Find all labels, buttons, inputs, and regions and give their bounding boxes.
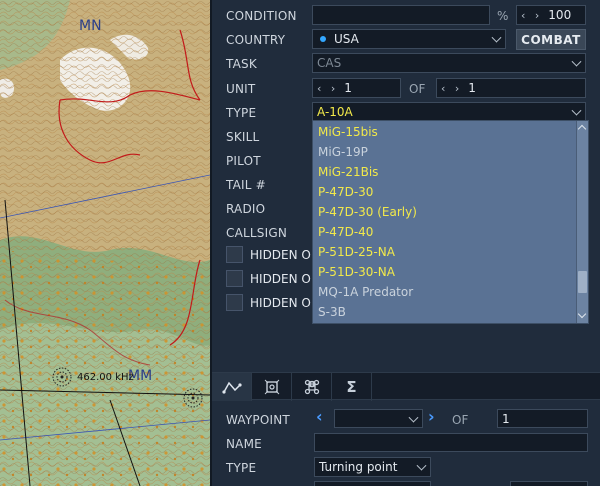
tab-targets[interactable] [252, 373, 292, 401]
hidden-checkbox-1[interactable] [226, 246, 243, 263]
type-option[interactable]: MQ-1A Predator [318, 285, 413, 299]
scroll-up-icon[interactable] [577, 124, 587, 134]
stepper-arrows-icon[interactable]: ‹ › [441, 82, 462, 95]
hidden-checkbox-2-label: HIDDEN O [250, 272, 311, 286]
country-label: COUNTRY [226, 33, 286, 47]
sigma-icon: Σ [346, 378, 357, 396]
country-value: USA [334, 32, 359, 46]
tab-summary[interactable]: Σ [332, 373, 372, 401]
type-option[interactable]: P-51D-25-NA [318, 245, 395, 259]
waypoint-next-arrow-icon[interactable]: › [428, 407, 435, 426]
tab-route[interactable] [212, 373, 252, 401]
waypoint-of-label: OF [452, 413, 469, 427]
waypoint-select[interactable] [334, 409, 423, 428]
waypoint-extra-field[interactable] [314, 481, 431, 486]
waypoint-type-value: Turning point [319, 460, 398, 474]
hidden-checkbox-1-label: HIDDEN O [250, 248, 311, 262]
scroll-down-icon[interactable] [577, 309, 587, 319]
type-label: TYPE [226, 106, 257, 120]
combat-button[interactable]: COMBAT [516, 29, 586, 50]
type-option[interactable]: S-3B [318, 305, 346, 319]
condition-input[interactable] [312, 5, 490, 25]
type-option[interactable]: MiG-21Bis [318, 165, 378, 179]
chevron-down-icon [571, 105, 582, 116]
type-value: A-10A [317, 104, 353, 119]
percent-sign: % [497, 9, 509, 23]
editor-tab-bar: Σ [212, 372, 600, 401]
chevron-down-icon [491, 32, 502, 43]
country-select[interactable]: USA [312, 29, 506, 49]
waypoint-name-input[interactable] [314, 433, 588, 452]
unit-label: UNIT [226, 82, 256, 96]
radio-label: RADIO [226, 202, 266, 216]
waypoint-type-label: TYPE [226, 461, 257, 475]
task-value: CAS [317, 56, 342, 70]
task-select[interactable]: CAS [312, 53, 586, 73]
unit-stepper[interactable]: ‹ › 1 [312, 78, 401, 98]
type-option[interactable]: P-47D-40 [318, 225, 373, 239]
terrain-map [0, 0, 210, 486]
map-view[interactable]: MN MM 462.00 kHz [0, 0, 210, 486]
waypoint-type-select[interactable]: Turning point [314, 457, 431, 477]
condition-percent-stepper[interactable]: ‹ › 100 [516, 5, 586, 25]
route-icon [221, 381, 242, 394]
condition-percent-value: 100 [548, 8, 572, 22]
condition-label: CONDITION [226, 9, 297, 23]
tail-number-label: TAIL # [226, 178, 266, 192]
skill-label: SKILL [226, 130, 260, 144]
type-dropdown-list[interactable]: MiG-15bis MiG-19P MiG-21Bis P-47D-30 P-4… [312, 120, 589, 324]
chevron-down-icon [571, 56, 582, 67]
chevron-down-icon [416, 460, 427, 471]
unit-of-label: OF [409, 82, 426, 96]
waypoint-extra-field-2[interactable] [510, 481, 588, 486]
map-label-mn: MN [79, 18, 102, 34]
waypoint-prev-arrow-icon[interactable]: ‹ [316, 407, 323, 426]
map-frequency-label: 462.00 kHz [77, 372, 134, 383]
type-option[interactable]: MiG-19P [318, 145, 368, 159]
task-label: TASK [226, 57, 257, 71]
chevron-down-icon [408, 412, 419, 423]
unit-value: 1 [344, 81, 352, 95]
dropdown-scrollbar[interactable] [576, 121, 588, 323]
unit-total-value: 1 [468, 81, 476, 95]
stepper-arrows-icon[interactable]: ‹ › [521, 9, 542, 22]
group-editor-panel: CONDITION % ‹ › 100 COUNTRY USA COMBAT T… [210, 0, 600, 486]
waypoint-name-label: NAME [226, 437, 262, 451]
stepper-arrows-icon[interactable]: ‹ › [317, 82, 338, 95]
type-select[interactable]: A-10A [312, 102, 586, 121]
waypoint-label: WAYPOINT [226, 413, 290, 427]
type-option[interactable]: P-47D-30 [318, 185, 373, 199]
country-flag-icon [320, 36, 326, 42]
command-icon [304, 379, 319, 395]
type-option[interactable]: P-51D-30-NA [318, 265, 395, 279]
target-icon [264, 379, 279, 395]
unit-total-stepper[interactable]: ‹ › 1 [436, 78, 586, 98]
hidden-checkbox-3[interactable] [226, 294, 243, 311]
dropdown-scroll-thumb[interactable] [578, 271, 587, 293]
type-option[interactable]: P-47D-30 (Early) [318, 205, 417, 219]
hidden-checkbox-3-label: HIDDEN O [250, 296, 311, 310]
callsign-label: CALLSIGN [226, 226, 287, 240]
waypoint-total: 1 [497, 409, 588, 428]
type-option[interactable]: MiG-15bis [318, 125, 378, 139]
pilot-label: PILOT [226, 154, 261, 168]
hidden-checkbox-2[interactable] [226, 270, 243, 287]
tab-commands[interactable] [292, 373, 332, 401]
